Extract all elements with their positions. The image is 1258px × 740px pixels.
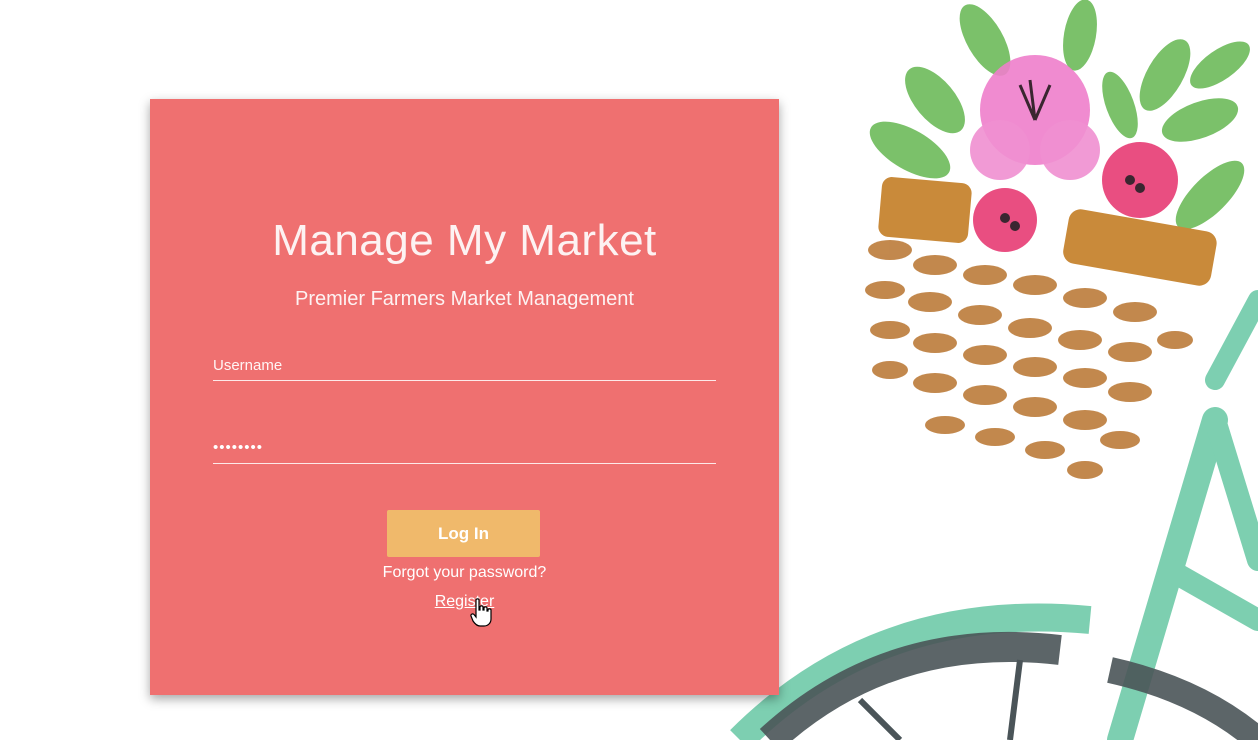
bicycle-flower-basket-illustration xyxy=(730,0,1258,740)
username-input[interactable] xyxy=(213,350,716,381)
login-button[interactable]: Log In xyxy=(387,510,540,557)
forgot-password-link[interactable]: Forgot your password? xyxy=(150,562,779,584)
app-title: Manage My Market xyxy=(272,216,657,265)
login-page: Manage My Market Premier Farmers Market … xyxy=(0,0,1258,740)
app-subtitle: Premier Farmers Market Management xyxy=(295,288,634,310)
password-input[interactable] xyxy=(213,432,716,464)
register-row: Register xyxy=(150,591,779,613)
hand-cursor-icon xyxy=(470,598,492,627)
